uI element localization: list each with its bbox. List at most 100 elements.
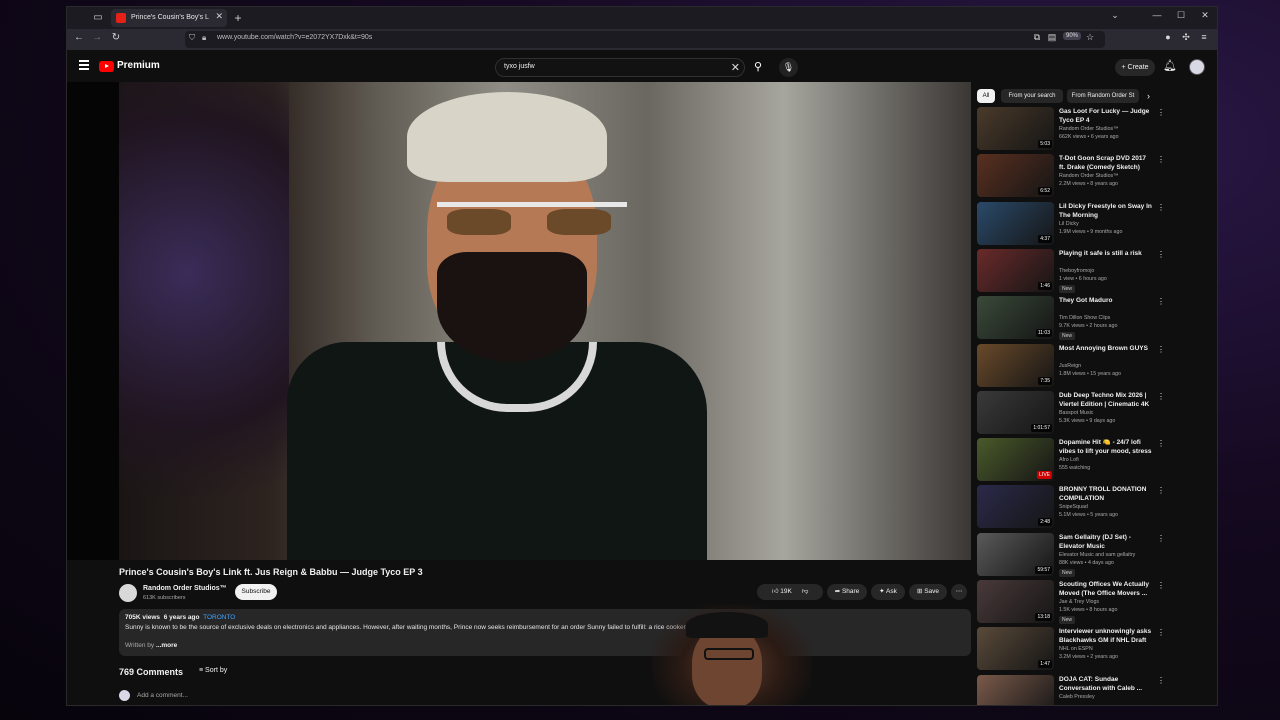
recommendation-channel[interactable]: Basspot Music	[1059, 410, 1093, 416]
more-vertical-icon[interactable]: ⋮	[1157, 439, 1165, 448]
recommendation-title[interactable]: Playing it safe is still a risk	[1059, 249, 1153, 258]
search-input[interactable]: tyxo jusfw ✕	[495, 58, 745, 77]
forward-icon[interactable]: →	[90, 32, 104, 43]
recommendation-channel[interactable]: Caleb Pressley	[1059, 694, 1095, 700]
recommendation-thumbnail[interactable]: 6:52	[977, 154, 1054, 198]
more-vertical-icon[interactable]: ⋮	[1157, 203, 1165, 212]
menu-hamburger-icon[interactable]: ≡	[1197, 32, 1211, 42]
recommendation-item[interactable]: 2:48 BRONNY TROLL DONATION COMPILATION Sni…	[977, 485, 1217, 529]
recommendation-title[interactable]: Gas Loot For Lucky — Judge Tyco EP 4	[1059, 107, 1153, 125]
more-vertical-icon[interactable]: ⋮	[1157, 486, 1165, 495]
notifications-bell-icon[interactable]: 🔔︎	[1163, 59, 1177, 72]
recommendation-channel[interactable]: Elevator Music and sam gellaitry	[1059, 552, 1135, 558]
sort-comments-button[interactable]: ≡ Sort by	[199, 667, 227, 674]
close-window-icon[interactable]: ✕	[1195, 10, 1215, 21]
account-avatar[interactable]	[1189, 59, 1205, 75]
voice-search-button[interactable]: 🎙︎	[779, 58, 798, 77]
more-vertical-icon[interactable]: ⋮	[1157, 581, 1165, 590]
recommendation-title[interactable]: Interviewer unknowingly asks Blackhawks …	[1059, 627, 1153, 645]
close-tab-icon[interactable]: ✕	[215, 11, 223, 22]
recommendation-item[interactable]: 59:57 Sam Gellaitry (DJ Set) - Elevator M…	[977, 532, 1217, 577]
recommendation-thumbnail[interactable]: 1:01:57	[977, 390, 1054, 434]
recommendation-channel[interactable]: Afro Lofi	[1059, 457, 1079, 463]
recommendation-title[interactable]: Scouting Offices We Actually Moved (The …	[1059, 580, 1153, 598]
back-icon[interactable]: ←	[72, 32, 86, 43]
filter-chip[interactable]: All	[977, 89, 995, 103]
recommendation-channel[interactable]: JusReign	[1059, 363, 1081, 369]
recommendation-thumbnail[interactable]	[977, 674, 1054, 705]
translate-icon[interactable]: ⧉	[1030, 32, 1044, 43]
chevron-down-icon[interactable]: ⌄	[1105, 10, 1125, 21]
recommendation-item[interactable]: LIVE Dopamine Hit 🍋 - 24/7 lofi vibes to …	[977, 438, 1217, 482]
reload-icon[interactable]: ↻	[109, 32, 123, 43]
recommendation-title[interactable]: Dopamine Hit 🍋 - 24/7 lofi vibes to lift…	[1059, 438, 1153, 456]
chevron-right-icon[interactable]: ›	[1147, 89, 1150, 103]
description-box[interactable]: 705K views 6 years ago TORONTO Sunny is …	[119, 609, 971, 656]
location-tag[interactable]: TORONTO	[203, 614, 235, 621]
recommendation-item[interactable]: DOJA CAT: Sundae Conversation with Caleb…	[977, 674, 1217, 705]
recommendation-thumbnail[interactable]: 5:03	[977, 107, 1054, 150]
video-player[interactable]	[67, 82, 971, 560]
more-vertical-icon[interactable]: ⋮	[1157, 676, 1165, 685]
recommendation-thumbnail[interactable]: 1:47	[977, 627, 1054, 671]
channel-name[interactable]: Random Order Studios™	[143, 585, 227, 592]
recommendation-title[interactable]: Sam Gellaitry (DJ Set) - Elevator Music	[1059, 533, 1153, 551]
recommendation-item[interactable]: 1:01:57 Dub Deep Techno Mix 2026 | Vierte…	[977, 390, 1217, 435]
recommendation-channel[interactable]: NHL on ESPN	[1059, 646, 1093, 652]
new-tab-icon[interactable]: +	[231, 11, 245, 25]
recommendation-item[interactable]: 1:47 Interviewer unknowingly asks Blackha…	[977, 627, 1217, 671]
recommendation-channel[interactable]: Random Order Studios™	[1059, 126, 1118, 132]
recommendation-title[interactable]: BRONNY TROLL DONATION COMPILATION	[1059, 485, 1153, 503]
channel-avatar[interactable]	[119, 584, 137, 602]
tab-list-icon[interactable]: ▭	[91, 11, 105, 25]
save-button[interactable]: ⊞ Save	[909, 584, 947, 600]
reader-view-icon[interactable]: ▤	[1045, 32, 1059, 43]
more-actions-button[interactable]: ⋯	[951, 584, 967, 600]
recommendation-thumbnail[interactable]: 1:46	[977, 248, 1054, 292]
more-vertical-icon[interactable]: ⋮	[1157, 534, 1165, 543]
ask-button[interactable]: ✦ Ask	[871, 584, 905, 600]
show-more-link[interactable]: ...more	[156, 642, 177, 649]
recommendation-item[interactable]: 1:46 Playing it safe is still a risk Thebo…	[977, 248, 1217, 293]
more-vertical-icon[interactable]: ⋮	[1157, 155, 1165, 164]
search-button[interactable]: ⚲	[747, 58, 769, 77]
maximize-icon[interactable]: ☐	[1171, 10, 1191, 21]
zoom-level[interactable]: 90%	[1063, 32, 1082, 40]
recommendation-item[interactable]: 4:37 Lil Dicky Freestyle on Sway In The M…	[977, 201, 1217, 246]
recommendation-thumbnail[interactable]: 4:37	[977, 201, 1054, 245]
more-vertical-icon[interactable]: ⋮	[1157, 392, 1165, 401]
more-vertical-icon[interactable]: ⋮	[1157, 250, 1165, 259]
recommendation-channel[interactable]: Tim Dillon Show Clips	[1059, 315, 1110, 321]
address-bar[interactable]: ⛉ 🔒︎ www.youtube.com/watch?v=e2072YX7Dxk…	[185, 31, 1105, 48]
recommendation-channel[interactable]: Theboyfromojo	[1059, 268, 1094, 274]
account-icon[interactable]: ●	[1161, 32, 1175, 42]
recommendation-item[interactable]: 13:18 Scouting Offices We Actually Moved …	[977, 580, 1217, 624]
clear-search-icon[interactable]: ✕	[731, 61, 740, 74]
recommendation-title[interactable]: They Got Maduro	[1059, 296, 1153, 305]
more-vertical-icon[interactable]: ⋮	[1157, 345, 1165, 354]
recommendation-channel[interactable]: Random Order Studios™	[1059, 173, 1118, 179]
recommendation-item[interactable]: 5:03 Gas Loot For Lucky — Judge Tyco EP 4…	[977, 107, 1217, 151]
recommendation-title[interactable]: Dub Deep Techno Mix 2026 | Viertel Editi…	[1059, 391, 1153, 409]
recommendation-item[interactable]: 7:35 Most Annoying Brown GUYS JusReign 1.8M…	[977, 343, 1217, 388]
recommendation-thumbnail[interactable]: 7:35	[977, 343, 1054, 387]
recommendation-thumbnail[interactable]: 59:57	[977, 532, 1054, 576]
recommendation-title[interactable]: DOJA CAT: Sundae Conversation with Caleb…	[1059, 675, 1153, 693]
more-vertical-icon[interactable]: ⋮	[1157, 628, 1165, 637]
recommendation-thumbnail[interactable]: 11:03	[977, 296, 1054, 340]
recommendation-title[interactable]: T-Dot Goon Scrap DVD 2017 ft. Drake (Com…	[1059, 154, 1153, 172]
guide-menu-icon[interactable]	[79, 60, 89, 72]
more-vertical-icon[interactable]: ⋮	[1157, 297, 1165, 306]
subscribe-button[interactable]: Subscribe	[235, 584, 277, 600]
like-button[interactable]: 👍︎ 19K	[772, 588, 792, 595]
filter-chip[interactable]: From your search	[1001, 89, 1063, 103]
add-comment-input[interactable]: Add a comment...	[137, 692, 188, 699]
share-button[interactable]: ➦ Share	[827, 584, 867, 600]
recommendation-item[interactable]: 11:03 They Got Maduro Tim Dillon Show Clip…	[977, 296, 1217, 341]
browser-tab[interactable]: Prince's Cousin's Boy's Link ✕	[111, 9, 227, 27]
lock-icon[interactable]: 🔒︎	[202, 33, 206, 43]
dislike-button[interactable]: 👎︎	[802, 588, 809, 595]
recommendation-channel[interactable]: SnipeSquad	[1059, 504, 1088, 510]
more-vertical-icon[interactable]: ⋮	[1157, 108, 1165, 117]
recommendation-channel[interactable]: Lil Dicky	[1059, 221, 1079, 227]
